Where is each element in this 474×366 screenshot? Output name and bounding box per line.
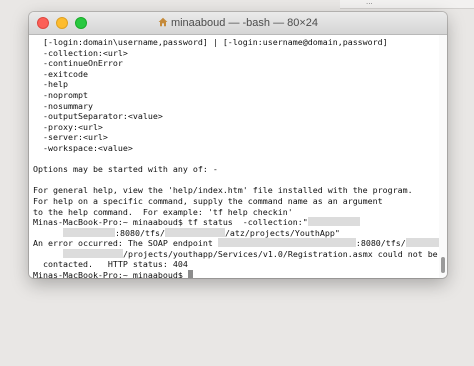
terminal-line: -help [33, 79, 439, 90]
terminal-line: An error occurred: The SOAP endpoint :80… [33, 238, 439, 249]
terminal-text: to the help command. For example: 'tf he… [33, 206, 293, 217]
terminal-output[interactable]: [-login:domain\username,password] | [-lo… [29, 35, 439, 278]
terminal-text: Options may be started with any of: - [33, 164, 218, 175]
terminal-text: /atz/projects/YouthApp" [224, 227, 340, 238]
terminal-line: /projects/youthapp/Services/v1.0/Registr… [33, 248, 439, 260]
redacted-text [405, 238, 439, 248]
terminal-text: -noprompt [33, 89, 88, 100]
vertical-scrollbar[interactable] [439, 35, 447, 278]
terminal-text: -exitcode [33, 68, 88, 79]
terminal-text: :8080/tfs/ [355, 238, 406, 249]
terminal-line: For help on a specific command, supply t… [33, 196, 439, 207]
background-window-text: ... [366, 0, 373, 6]
redacted-text [307, 217, 360, 227]
terminal-line: to the help command. For example: 'tf he… [33, 207, 439, 218]
terminal-line: [-login:domain\username,password] | [-lo… [33, 37, 439, 48]
terminal-line: -outputSeparator:<value> [33, 111, 439, 122]
terminal-text: :8080/tfs/ [114, 227, 165, 238]
terminal-text: Minas-MacBook-Pro:~ minaaboud$ tf status… [33, 217, 308, 228]
scrollbar-thumb[interactable] [441, 257, 445, 273]
terminal-line: -proxy:<url> [33, 122, 439, 133]
terminal-text: An error occurred: The SOAP endpoint [33, 238, 218, 249]
terminal-text: -help [33, 79, 68, 90]
terminal-line: -collection:<url> [33, 48, 439, 59]
terminal-text: [-login:domain\username,password] | [-lo… [33, 37, 388, 47]
terminal-line: contacted. HTTP status: 404 [33, 259, 439, 270]
terminal-text: -nosummary [33, 100, 93, 111]
terminal-text: -server:<url> [33, 132, 108, 143]
terminal-line: -exitcode [33, 69, 439, 80]
terminal-text: Minas-MacBook-Pro:~ minaaboud$ [33, 270, 188, 278]
terminal-window[interactable]: minaaboud — -bash — 80×24 [-login:domain… [29, 12, 447, 278]
terminal-line: -server:<url> [33, 132, 439, 143]
title-bar[interactable]: minaaboud — -bash — 80×24 [29, 12, 447, 35]
terminal-line: For general help, view the 'help/index.h… [33, 185, 439, 196]
terminal-text: -outputSeparator:<value> [33, 111, 163, 122]
terminal-text: /projects/youthapp/Services/v1.0/Registr… [122, 248, 438, 259]
terminal-line: -nosummary [33, 101, 439, 112]
terminal-text: For help on a specific command, supply t… [33, 195, 383, 206]
terminal-line: -workspace:<value> [33, 143, 439, 154]
terminal-line: :8080/tfs/ /atz/projects/YouthApp" [33, 227, 439, 239]
terminal-line: Options may be started with any of: - [33, 164, 439, 175]
terminal-text: -workspace:<value> [33, 142, 133, 153]
redacted-text [62, 248, 123, 258]
redacted-text [217, 238, 356, 248]
terminal-line: Minas-MacBook-Pro:~ minaaboud$ [33, 270, 439, 278]
window-title: minaaboud — -bash — 80×24 [29, 12, 447, 34]
terminal-line: -continueOnError [33, 58, 439, 69]
text-cursor [187, 270, 193, 278]
redacted-text [62, 227, 115, 237]
terminal-text: For general help, view the 'help/index.h… [33, 185, 413, 196]
terminal-text: contacted. HTTP status: 404 [33, 259, 188, 270]
terminal-text: -collection:<url> [33, 47, 128, 58]
terminal-text: -continueOnError [33, 58, 123, 69]
terminal-text: -proxy:<url> [33, 121, 103, 132]
terminal-line: -noprompt [33, 90, 439, 101]
terminal-line: Minas-MacBook-Pro:~ minaaboud$ tf status… [33, 217, 439, 228]
home-folder-icon [158, 17, 168, 27]
terminal-lines: [-login:domain\username,password] | [-lo… [33, 37, 439, 278]
background-window-edge: ... [340, 0, 474, 9]
window-title-text: minaaboud — -bash — 80×24 [170, 17, 319, 29]
redacted-text [164, 227, 225, 237]
